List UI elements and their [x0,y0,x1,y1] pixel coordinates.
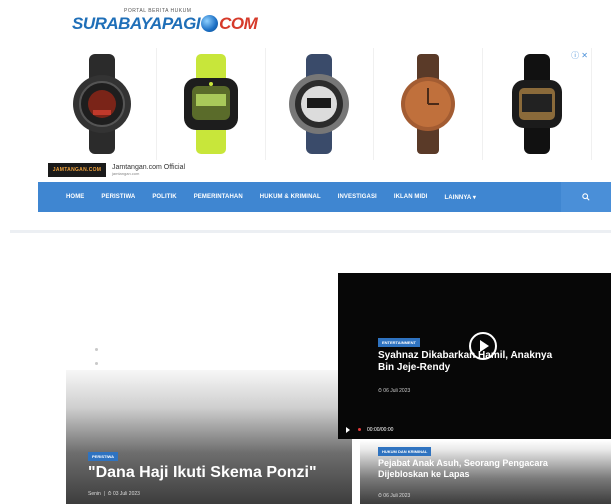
category-badge[interactable]: PERISTIWA [88,452,119,461]
ad-product-tile[interactable] [48,48,157,160]
advertisement-banner[interactable]: ⓘ ✕ JAMTANGAN.COM Jamtangan.com Official… [48,48,592,180]
nav-search-button[interactable] [561,182,611,212]
logo-name: SURABAYAPAGI [72,14,201,33]
logo-wordmark: SURABAYAPAGI COM [72,14,258,34]
featured-article-card[interactable] [66,370,352,504]
category-badge[interactable]: HUKUM DAN KRIMINAL [378,447,432,456]
advertiser-url: jamtangan.com [112,171,140,176]
slider-dot[interactable] [94,348,98,351]
secondary-article-title[interactable]: Pejabat Anak Asuh, Seorang Pengacara Dij… [378,458,568,480]
featured-article-title[interactable]: "Dana Haji Ikuti Skema Ponzi" [88,464,317,482]
watch-digital-black-icon [512,54,563,154]
nav-item-lainnya[interactable]: LAINNYA ▾ [445,194,476,201]
watch-black-red-icon [72,54,131,154]
video-article-title[interactable]: Syahnaz Dikabarkan Hamil, Anaknya Bin Je… [378,350,568,374]
globe-icon [201,15,219,32]
article-date: 03 Juli 2023 [112,491,140,497]
live-indicator-icon [358,428,361,431]
ad-product-tile[interactable] [374,48,484,160]
nav-divider [10,230,611,233]
logo-suffix: COM [219,14,258,33]
nav-item-hukum-kriminal[interactable]: HUKUM & KRIMINAL [260,194,321,200]
ad-advertiser-info[interactable]: JAMTANGAN.COM Jamtangan.com Official jam… [48,160,592,180]
nav-item-politik[interactable]: POLITIK [152,194,176,200]
nav-item-pemerintahan[interactable]: PEMERINTAHAN [194,194,243,200]
featured-article-meta: Senin | ⏱ 03 Juli 2023 [88,491,140,497]
nav-item-peristiwa[interactable]: PERISTIWA [101,194,135,200]
nav-item-home[interactable]: HOME [66,194,84,200]
nav-item-iklan-midi[interactable]: IKLAN MIDI [394,194,428,200]
site-logo[interactable]: PORTAL BERITA HUKUM SURABAYAPAGI COM [72,8,258,38]
article-date: 06 Juli 2023 [383,493,411,499]
video-controls: 00:00/00:00 [338,420,611,439]
main-navigation: HOME PERISTIWA POLITIK PEMERINTAHAN HUKU… [38,182,611,212]
ad-product-row [48,48,592,160]
article-author: Senin [88,491,101,497]
ad-product-tile[interactable] [157,48,266,160]
ad-product-tile[interactable] [483,48,592,160]
ad-close-icon[interactable]: ⓘ ✕ [571,50,588,61]
advertiser-logo: JAMTANGAN.COM [48,163,106,177]
watch-digital-silver-icon [289,54,350,154]
category-badge[interactable]: ENTERTAINMENT [378,338,420,347]
video-play-icon[interactable] [346,426,350,433]
video-article-date: ⏱ 06 Juli 2023 [378,388,410,394]
slider-dot[interactable] [94,362,98,365]
ad-product-tile[interactable] [266,48,375,160]
watch-gshock-yellow-icon [183,54,238,154]
secondary-article-date: ⏱ 06 Juli 2023 [378,493,410,499]
nav-item-investigasi[interactable]: INVESTIGASI [338,194,377,200]
search-icon [582,193,590,201]
video-time: 00:00/00:00 [367,426,394,433]
article-date: 06 Juli 2023 [383,388,411,394]
clock-icon: ⏱ [107,491,112,497]
clock-icon: ⏱ [378,388,382,394]
clock-icon: ⏱ [378,493,382,499]
advertiser-name: Jamtangan.com Official [112,164,186,171]
watch-analog-copper-icon [401,54,456,154]
